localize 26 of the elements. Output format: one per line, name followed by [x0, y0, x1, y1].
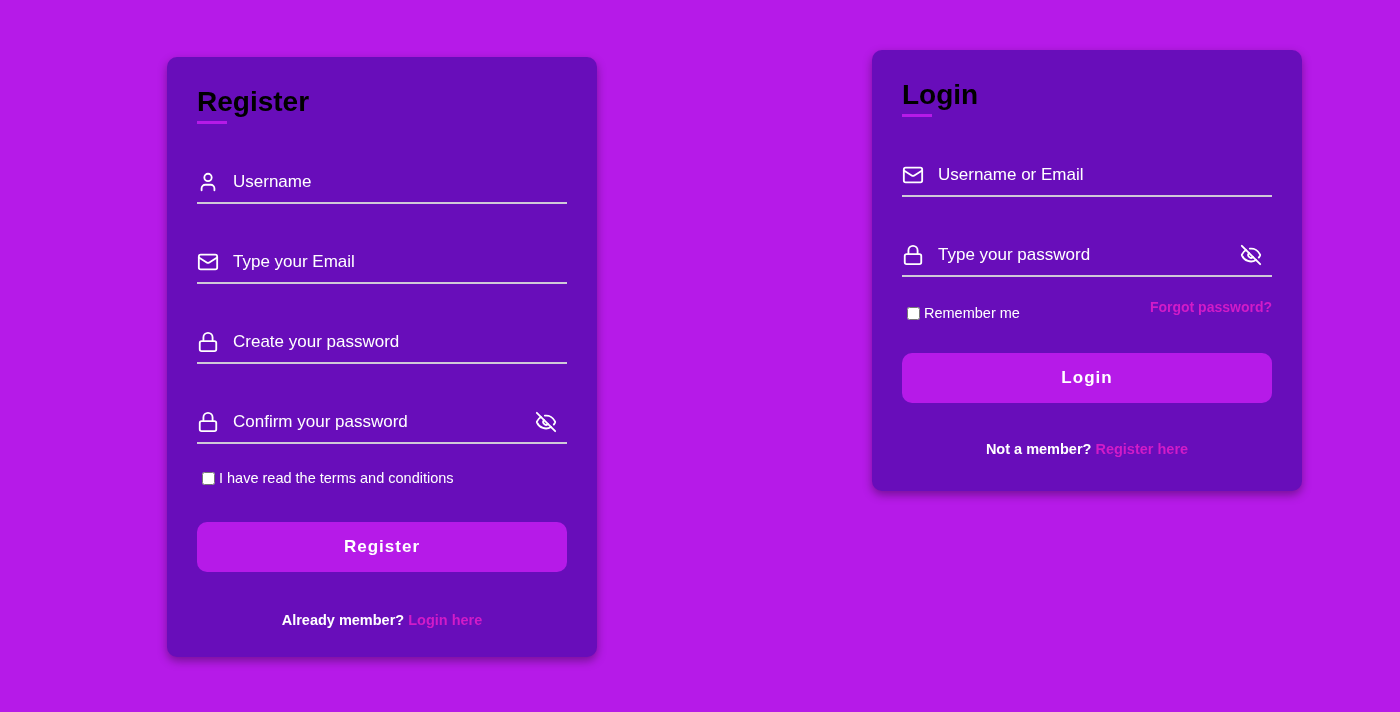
lock-icon	[197, 331, 219, 353]
register-link[interactable]: Register here	[1095, 441, 1189, 457]
envelope-icon	[902, 164, 924, 186]
login-link[interactable]: Login here	[408, 612, 483, 628]
eye-off-icon[interactable]	[1240, 244, 1262, 266]
input-field[interactable]: Username	[231, 171, 567, 193]
lock-icon	[902, 244, 924, 266]
input-field[interactable]: Create your password	[231, 331, 567, 353]
login-title: Login	[902, 78, 979, 117]
footer-text: Not a member?	[985, 441, 1092, 457]
forgot-password-link[interactable]: Forgot password?	[1149, 299, 1272, 315]
footer-text: Already member?	[281, 612, 405, 628]
checkbox[interactable]	[202, 471, 215, 485]
input-field[interactable]: Type your Email	[231, 251, 567, 273]
input-field[interactable]: Type your password	[936, 244, 1228, 266]
register-button[interactable]: Register	[197, 522, 567, 572]
checkbox[interactable]	[907, 306, 920, 320]
eye-off-icon[interactable]	[535, 411, 557, 433]
input-field[interactable]: Username or Email	[936, 164, 1272, 186]
envelope-icon	[197, 251, 219, 273]
login-button[interactable]: Login	[902, 353, 1272, 403]
register-title: Register	[197, 85, 310, 124]
input-field[interactable]: Confirm your password	[231, 411, 523, 433]
checkbox-label: Remember me	[924, 305, 1020, 321]
checkbox-label: I have read the terms and conditions	[219, 470, 454, 486]
lock-icon	[197, 411, 219, 433]
